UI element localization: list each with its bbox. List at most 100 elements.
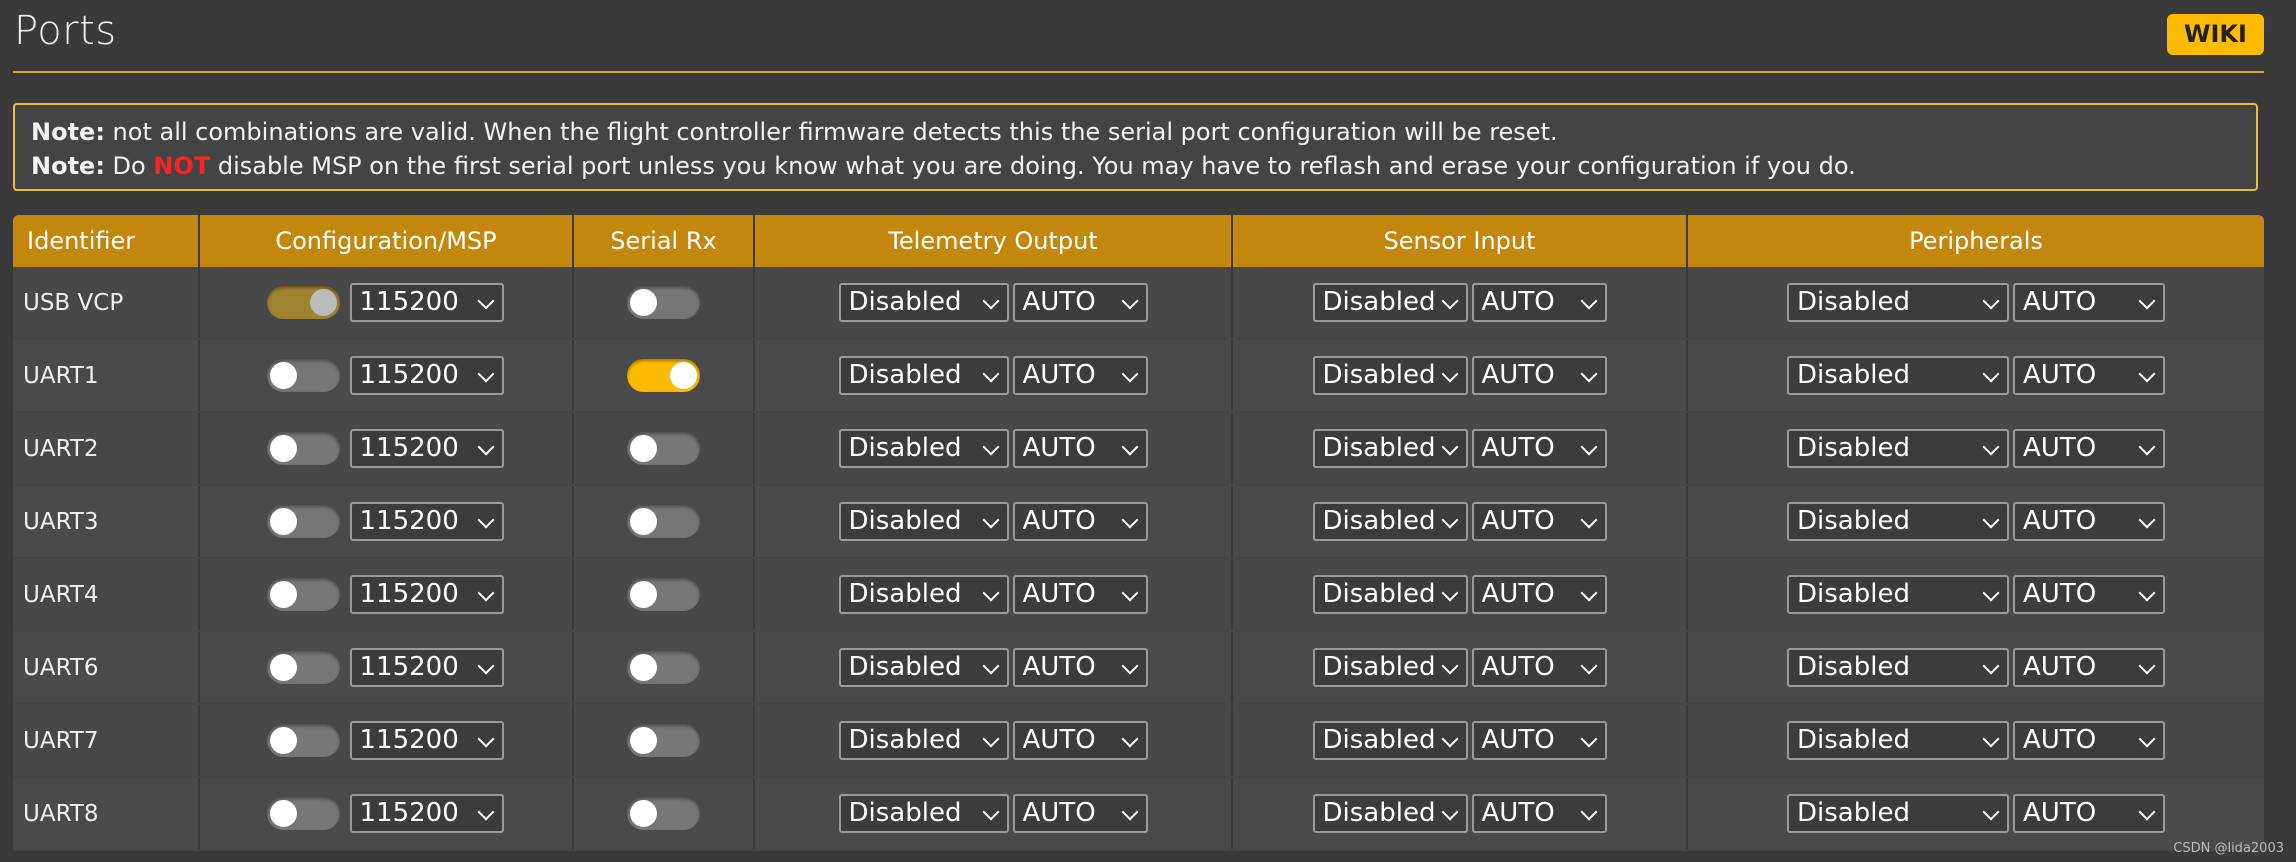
configuration-msp-cell: 115200 (199, 267, 574, 340)
serial-rx-toggle[interactable] (627, 432, 700, 465)
msp-baud-select-value: 115200 (359, 579, 459, 609)
peripheral-baud-select[interactable]: AUTO (2013, 502, 2165, 541)
peripheral-baud-select[interactable]: AUTO (2013, 794, 2165, 833)
sensor-baud-select[interactable]: AUTO (1471, 794, 1607, 833)
serial-rx-toggle[interactable] (627, 359, 700, 392)
msp-baud-select[interactable]: 115200 (349, 794, 504, 833)
peripheral-baud-select[interactable]: AUTO (2013, 721, 2165, 760)
sensor-baud-select[interactable]: AUTO (1471, 502, 1607, 541)
peripheral-protocol-select[interactable]: Disabled (1787, 794, 2009, 833)
sensor-cell: Disabled AUTO (1232, 267, 1688, 340)
telemetry-protocol-select-value: Disabled (848, 725, 962, 755)
telemetry-baud-select[interactable]: AUTO (1012, 794, 1148, 833)
msp-baud-select[interactable]: 115200 (349, 575, 504, 614)
peripheral-protocol-select[interactable]: Disabled (1787, 429, 2009, 468)
telemetry-baud-select[interactable]: AUTO (1012, 429, 1148, 468)
serial-rx-toggle[interactable] (627, 286, 700, 319)
sensor-baud-select-value: AUTO (1481, 798, 1555, 828)
sensor-baud-select[interactable]: AUTO (1471, 575, 1607, 614)
telemetry-protocol-select[interactable]: Disabled (838, 721, 1009, 760)
chevron-down-icon (1121, 730, 1138, 748)
msp-toggle[interactable] (266, 286, 340, 319)
msp-baud-select[interactable]: 115200 (349, 502, 504, 541)
telemetry-baud-select[interactable]: AUTO (1012, 721, 1148, 760)
sensor-protocol-select[interactable]: Disabled (1312, 283, 1468, 322)
peripherals-cell: Disabled AUTO (1687, 631, 2264, 705)
chevron-down-icon (1441, 730, 1458, 748)
peripheral-protocol-select-value: Disabled (1797, 798, 1910, 828)
sensor-protocol-select[interactable]: Disabled (1312, 648, 1468, 687)
msp-baud-select[interactable]: 115200 (349, 356, 504, 395)
sensor-protocol-select[interactable]: Disabled (1312, 356, 1468, 395)
msp-toggle[interactable] (266, 724, 340, 757)
telemetry-protocol-select[interactable]: Disabled (838, 575, 1009, 614)
sensor-baud-select[interactable]: AUTO (1471, 356, 1607, 395)
serial-rx-toggle[interactable] (627, 578, 700, 611)
serial-rx-toggle[interactable] (627, 724, 700, 757)
sensor-baud-select[interactable]: AUTO (1471, 283, 1607, 322)
msp-toggle[interactable] (266, 651, 340, 684)
note-emphasis: NOT (153, 152, 211, 180)
peripherals-cell: Disabled AUTO (1687, 412, 2264, 486)
sensor-baud-select-value: AUTO (1481, 433, 1555, 463)
sensor-protocol-select[interactable]: Disabled (1312, 502, 1468, 541)
peripheral-baud-select[interactable]: AUTO (2013, 429, 2165, 468)
telemetry-baud-select[interactable]: AUTO (1012, 283, 1148, 322)
peripheral-protocol-select[interactable]: Disabled (1787, 502, 2009, 541)
telemetry-protocol-select[interactable]: Disabled (838, 429, 1009, 468)
peripheral-protocol-select[interactable]: Disabled (1787, 648, 2009, 687)
telemetry-baud-select[interactable]: AUTO (1012, 648, 1148, 687)
sensor-baud-select[interactable]: AUTO (1471, 721, 1607, 760)
sensor-baud-select-value: AUTO (1481, 652, 1555, 682)
sensor-baud-select-value: AUTO (1481, 287, 1555, 317)
serial-rx-toggle[interactable] (627, 651, 700, 684)
msp-toggle[interactable] (266, 432, 340, 465)
peripheral-baud-select[interactable]: AUTO (2013, 648, 2165, 687)
sensor-protocol-select[interactable]: Disabled (1312, 794, 1468, 833)
msp-baud-select[interactable]: 115200 (349, 283, 504, 322)
peripheral-baud-select[interactable]: AUTO (2013, 356, 2165, 395)
msp-baud-select[interactable]: 115200 (349, 721, 504, 760)
serial-rx-cell (573, 704, 755, 778)
msp-baud-select[interactable]: 115200 (349, 648, 504, 687)
toggle-knob (269, 800, 297, 827)
peripheral-protocol-select[interactable]: Disabled (1787, 283, 2009, 322)
peripheral-baud-select[interactable]: AUTO (2013, 575, 2165, 614)
telemetry-baud-select[interactable]: AUTO (1012, 356, 1148, 395)
telemetry-baud-select[interactable]: AUTO (1012, 575, 1148, 614)
sensor-protocol-select[interactable]: Disabled (1312, 721, 1468, 760)
msp-toggle[interactable] (266, 578, 340, 611)
telemetry-protocol-select[interactable]: Disabled (838, 794, 1009, 833)
sensor-cell: Disabled AUTO (1232, 704, 1688, 778)
telemetry-protocol-select[interactable]: Disabled (838, 502, 1009, 541)
telemetry-protocol-select-value: Disabled (848, 652, 962, 682)
chevron-down-icon (982, 292, 999, 310)
sensor-baud-select[interactable]: AUTO (1471, 429, 1607, 468)
serial-rx-cell (573, 631, 755, 705)
msp-toggle[interactable] (266, 797, 340, 830)
sensor-baud-select[interactable]: AUTO (1471, 648, 1607, 687)
telemetry-protocol-select[interactable]: Disabled (838, 356, 1009, 395)
port-identifier: UART2 (13, 412, 200, 486)
telemetry-baud-select[interactable]: AUTO (1012, 502, 1148, 541)
peripheral-baud-select[interactable]: AUTO (2013, 283, 2165, 322)
column-header-identifier: Identifier (13, 215, 200, 267)
msp-toggle[interactable] (266, 505, 340, 538)
sensor-protocol-select[interactable]: Disabled (1312, 429, 1468, 468)
sensor-cell: Disabled AUTO (1232, 777, 1688, 851)
msp-baud-select-value: 115200 (359, 506, 459, 536)
wiki-button[interactable]: WIKI (2167, 14, 2264, 55)
telemetry-protocol-select[interactable]: Disabled (838, 648, 1009, 687)
msp-toggle[interactable] (266, 359, 340, 392)
chevron-down-icon (982, 803, 999, 821)
peripheral-baud-select-value: AUTO (2023, 798, 2097, 828)
serial-rx-toggle[interactable] (627, 797, 700, 830)
peripheral-protocol-select[interactable]: Disabled (1787, 721, 2009, 760)
serial-rx-toggle[interactable] (627, 505, 700, 538)
msp-baud-select[interactable]: 115200 (349, 429, 504, 468)
peripheral-protocol-select[interactable]: Disabled (1787, 356, 2009, 395)
telemetry-protocol-select[interactable]: Disabled (838, 283, 1009, 322)
sensor-protocol-select[interactable]: Disabled (1312, 575, 1468, 614)
port-identifier: UART6 (13, 631, 200, 705)
peripheral-protocol-select[interactable]: Disabled (1787, 575, 2009, 614)
